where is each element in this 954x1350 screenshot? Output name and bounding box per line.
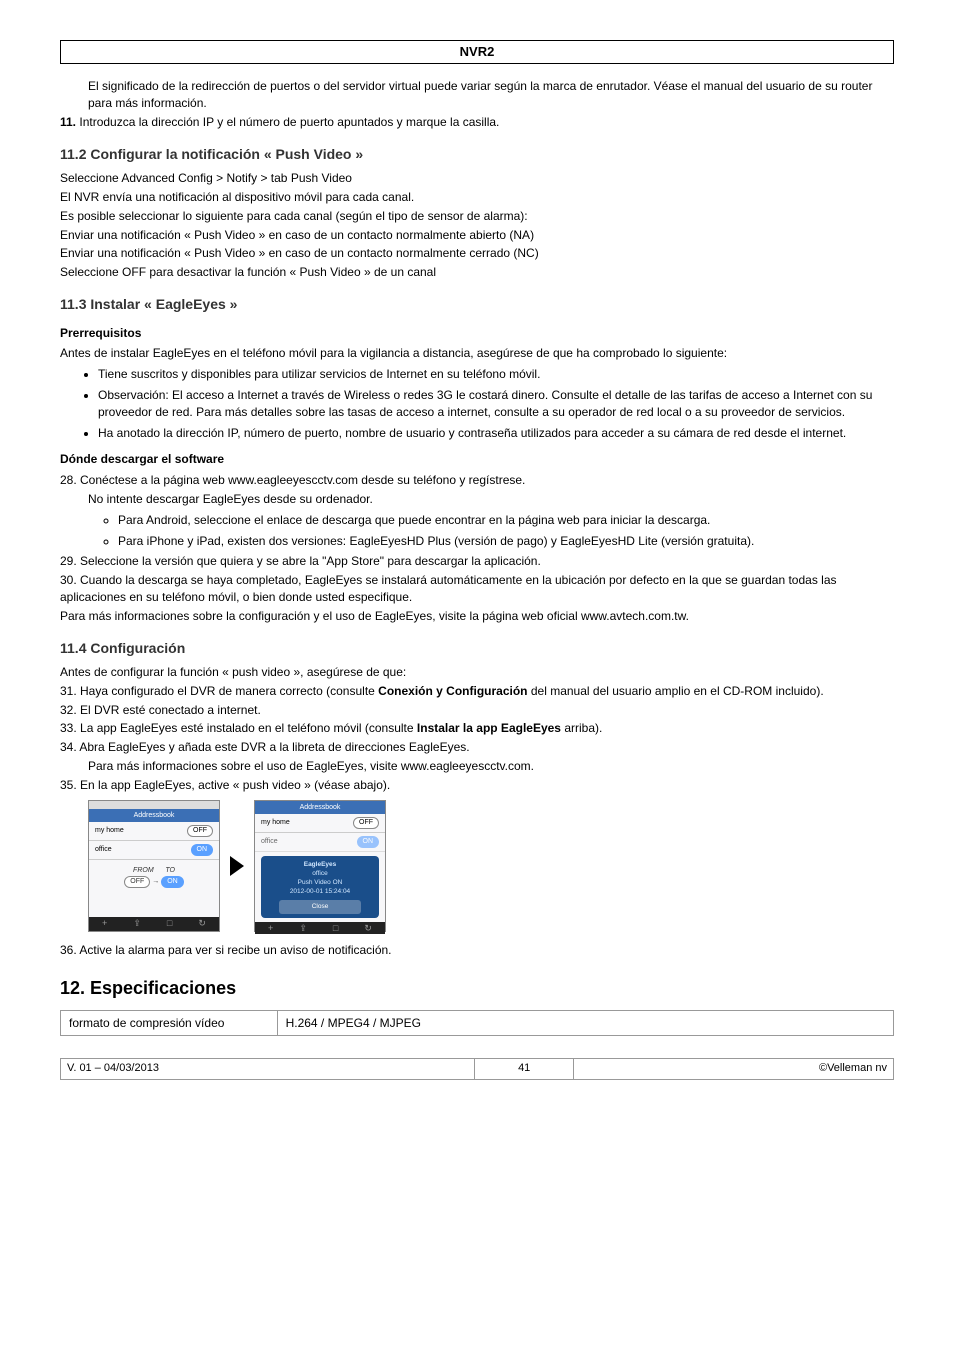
cfg-intro: Antes de configurar la función « push vi…: [60, 664, 894, 681]
cfg-31-b: Conexión y Configuración: [378, 684, 527, 698]
table-row: formato de compresión vídeo H.264 / MPEG…: [61, 1010, 894, 1036]
spec-value: H.264 / MPEG4 / MJPEG: [277, 1010, 893, 1036]
cfg-31: 31. Haya configurado el DVR de manera co…: [60, 683, 894, 700]
toggle-off: OFF: [353, 817, 379, 829]
cfg-31-a: 31. Haya configurado el DVR de manera co…: [60, 684, 378, 698]
p-11-2-c: Es posible seleccionar lo siguiente para…: [60, 208, 894, 225]
share-icon: ⇪: [133, 917, 141, 930]
prereq-item-3: Ha anotado la dirección IP, número de pu…: [98, 425, 894, 442]
popup-line3: 2012-00-01 15:24:04: [263, 887, 377, 896]
phone-row-office: office ON: [255, 833, 385, 852]
phone-screenshot-left: Addressbook my home OFF office ON FROM T…: [88, 800, 220, 932]
to-label: TO: [165, 867, 175, 874]
p-11-2-f: Seleccione OFF para desactivar la funció…: [60, 264, 894, 281]
refresh-icon: ↻: [364, 922, 372, 935]
p-11-2-a: Seleccione Advanced Config > Notify > ta…: [60, 170, 894, 187]
cfg-35: 35. En la app EagleEyes, active « push v…: [60, 777, 894, 794]
dl-28-sub: No intente descargar EagleEyes desde su …: [88, 491, 894, 508]
prereq-item-1: Tiene suscritos y disponibles para utili…: [98, 366, 894, 383]
cfg-33-a: 33. La app EagleEyes esté instalado en e…: [60, 721, 417, 735]
spec-key: formato de compresión vídeo: [61, 1010, 278, 1036]
popup-line2: Push Video ON: [263, 878, 377, 887]
chapter-12: 12. Especificaciones: [60, 976, 894, 1001]
cfg-34: 34. Abra EagleEyes y añada este DVR a la…: [60, 739, 894, 756]
screenshot-group: Addressbook my home OFF office ON FROM T…: [88, 800, 894, 932]
phone-bottom-bar: + ⇪ □ ↻: [89, 917, 219, 931]
step-11-num: 11.: [60, 115, 76, 129]
p-11-2-e: Enviar una notificación « Push Video » e…: [60, 245, 894, 262]
dl-30: 30. Cuando la descarga se haya completad…: [60, 572, 894, 606]
share-icon: ⇪: [299, 922, 307, 935]
dl-29: 29. Seleccione la versión que quiera y s…: [60, 553, 894, 570]
p-11-2-b: El NVR envía una notificación al disposi…: [60, 189, 894, 206]
phone-row-myhome: my home OFF: [255, 814, 385, 833]
prereq-item-2: Observación: El acceso a Internet a trav…: [98, 387, 894, 421]
prereq-intro: Antes de instalar EagleEyes en el teléfo…: [60, 345, 894, 362]
section-11-2: 11.2 Configurar la notificación « Push V…: [60, 145, 894, 165]
cfg-33-c: arriba).: [561, 721, 602, 735]
phone-screenshot-right: Addressbook my home OFF office ON EagleE…: [254, 800, 386, 932]
doc-title-box: NVR2: [60, 40, 894, 64]
phone-fromto: FROM TO OFF → ON: [89, 860, 219, 894]
toggle-off: OFF: [187, 825, 213, 837]
refresh-icon: ↻: [198, 917, 206, 930]
phone-row-label: my home: [261, 818, 290, 828]
dl-28-c1: Para Android, seleccione el enlace de de…: [118, 512, 894, 529]
cfg-36: 36. Active la alarma para ver si recibe …: [60, 942, 894, 959]
from-label: FROM: [133, 867, 154, 874]
heading-download: Dónde descargar el software: [60, 451, 894, 468]
cfg-34-sub: Para más informaciones sobre el uso de E…: [88, 758, 894, 775]
phone-header: Addressbook: [255, 801, 385, 815]
page-footer: V. 01 – 04/03/2013 41 ©Velleman nv: [60, 1058, 894, 1079]
pill-on: ON: [161, 876, 184, 888]
phone-bottom-bar: + ⇪ □ ↻: [255, 922, 385, 935]
popup-line1: office: [263, 869, 377, 878]
popup-title: EagleEyes: [263, 860, 377, 869]
phone-row-label: office: [95, 845, 112, 855]
footer-copyright: ©Velleman nv: [574, 1059, 894, 1079]
folder-icon: □: [333, 922, 338, 935]
dl-28: 28. Conéctese a la página web www.eaglee…: [60, 472, 894, 489]
intro-paragraph: El significado de la redirección de puer…: [88, 78, 894, 112]
toggle-on: ON: [357, 836, 380, 848]
pill-off: OFF: [124, 876, 150, 888]
footer-version: V. 01 – 04/03/2013: [61, 1059, 475, 1079]
phone-row-label: my home: [95, 826, 124, 836]
section-11-3: 11.3 Instalar « EagleEyes »: [60, 295, 894, 315]
section-11-4: 11.4 Configuración: [60, 639, 894, 659]
footer-page-number: 41: [474, 1059, 574, 1079]
plus-icon: +: [102, 917, 107, 930]
spec-table: formato de compresión vídeo H.264 / MPEG…: [60, 1010, 894, 1037]
dl-more: Para más informaciones sobre la configur…: [60, 608, 894, 625]
p-11-2-d: Enviar una notificación « Push Video » e…: [60, 227, 894, 244]
phone-row-myhome: my home OFF: [89, 822, 219, 841]
phone-status-bar: [89, 801, 219, 809]
phone-header: Addressbook: [89, 809, 219, 823]
phone-row-office: office ON: [89, 841, 219, 860]
popup-close-button: Close: [279, 900, 361, 913]
step-11: 11. Introduzca la dirección IP y el núme…: [60, 114, 894, 131]
step-11-text: Introduzca la dirección IP y el número d…: [79, 115, 499, 129]
prereq-list: Tiene suscritos y disponibles para utili…: [60, 366, 894, 441]
doc-title: NVR2: [460, 44, 495, 59]
heading-prereq: Prerrequisitos: [60, 325, 894, 342]
cfg-32: 32. El DVR esté conectado a internet.: [60, 702, 894, 719]
phone-popup: EagleEyes office Push Video ON 2012-00-0…: [261, 856, 379, 917]
phone-row-label: office: [261, 837, 278, 847]
toggle-on: ON: [191, 844, 214, 856]
play-arrow-icon: [230, 856, 244, 876]
dl-28-c2: Para iPhone y iPad, existen dos versione…: [118, 533, 894, 550]
cfg-33-b: Instalar la app EagleEyes: [417, 721, 561, 735]
dl-28-sublist: Para Android, seleccione el enlace de de…: [60, 512, 894, 550]
cfg-33: 33. La app EagleEyes esté instalado en e…: [60, 720, 894, 737]
folder-icon: □: [167, 917, 172, 930]
plus-icon: +: [268, 922, 273, 935]
cfg-31-c: del manual del usuario amplio en el CD-R…: [528, 684, 824, 698]
